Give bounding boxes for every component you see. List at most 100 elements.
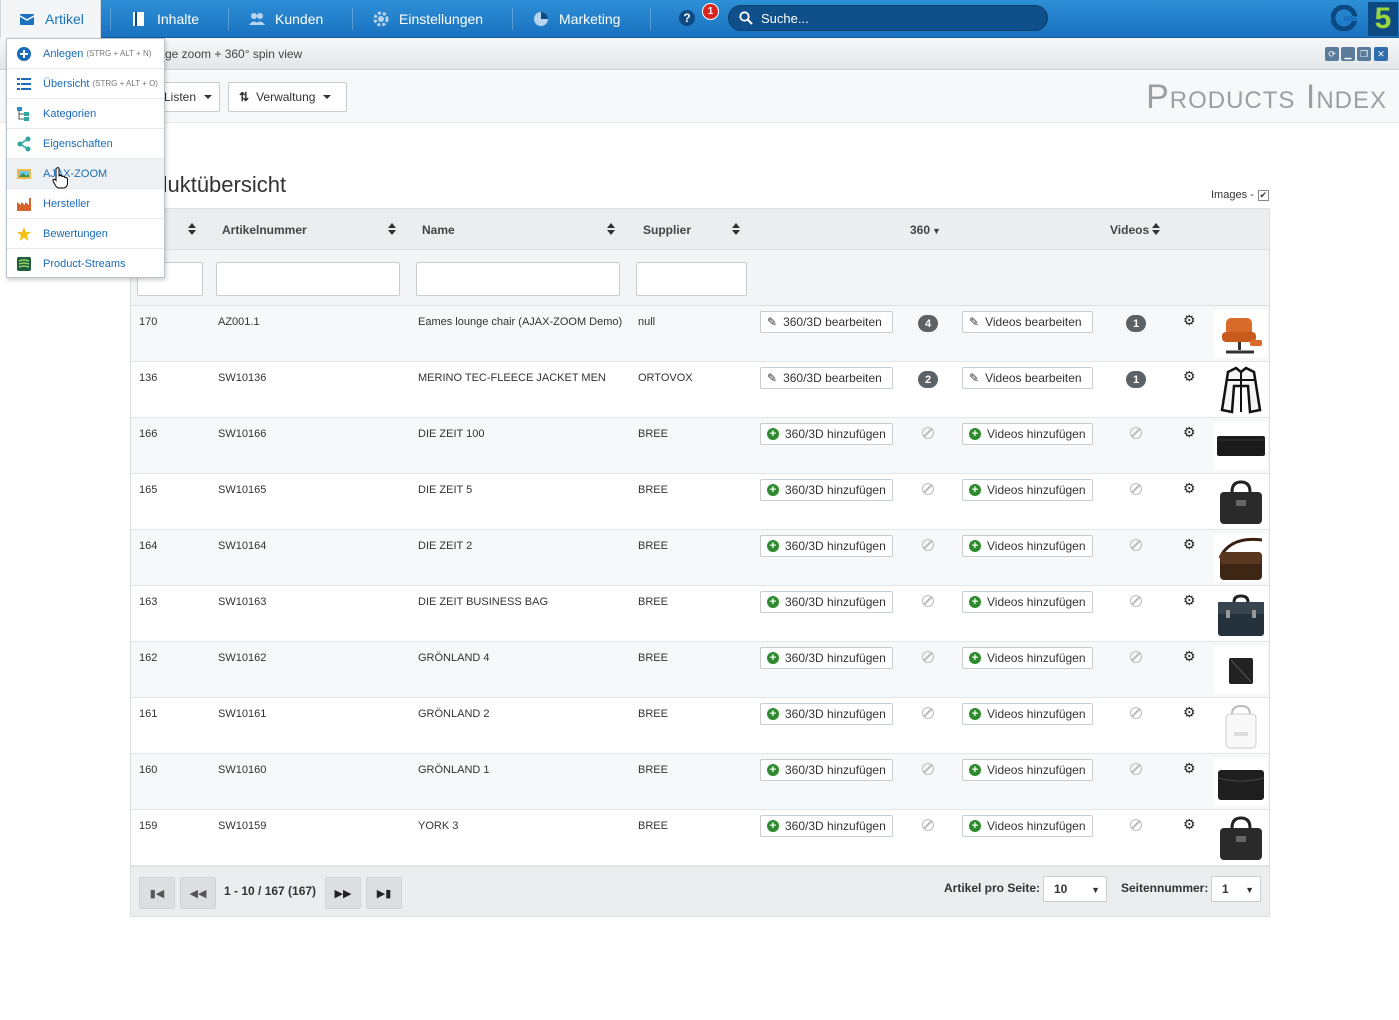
edit-360-button[interactable]: ✎ 360/3D bearbeiten <box>760 367 893 389</box>
header-name[interactable]: Name <box>422 223 455 237</box>
help-icon[interactable]: ? <box>679 10 695 26</box>
cell-name: MERINO TEC-FLEECE JACKET MEN <box>418 372 606 384</box>
button-label: Videos hinzufügen <box>987 539 1086 553</box>
cell-number: SW10160 <box>218 764 267 776</box>
header-artikelnummer[interactable]: Artikelnummer <box>222 223 307 237</box>
count-360-badge: 2 <box>918 371 938 388</box>
gear-icon[interactable]: ⚙ <box>1183 816 1196 833</box>
checkbox-checked-icon[interactable]: ✔ <box>1257 189 1269 201</box>
menu-item-eigenschaften[interactable]: Eigenschaften <box>7 129 164 159</box>
prev-page-button[interactable]: ◀◀ <box>180 877 216 909</box>
shopware-5-logo-icon: 5 <box>1368 2 1398 36</box>
table-row[interactable]: 136 SW10136 MERINO TEC-FLEECE JACKET MEN OR… <box>131 362 1269 418</box>
menu-item-ajax-zoom[interactable]: AJAX-ZOOM <box>7 159 164 189</box>
last-page-button[interactable]: ▶▮ <box>366 877 402 909</box>
first-page-button[interactable]: ▮◀ <box>139 877 175 909</box>
filter-name-input[interactable] <box>416 262 620 296</box>
gear-icon[interactable]: ⚙ <box>1183 312 1196 329</box>
edit-videos-button[interactable]: ✎ Videos bearbeiten <box>962 311 1093 333</box>
add-360-button[interactable]: +360/3D hinzufügen <box>760 703 893 725</box>
sort-icon[interactable] <box>606 222 616 236</box>
add-videos-button[interactable]: + Videos hinzufügen <box>962 591 1093 613</box>
table-row[interactable]: 161 SW10161 GRÖNLAND 2 BREE +360/3D hinzufüg… <box>131 698 1269 754</box>
add-videos-button[interactable]: + Videos hinzufügen <box>962 479 1093 501</box>
add-videos-button[interactable]: + Videos hinzufügen <box>962 423 1093 445</box>
button-label: Videos hinzufügen <box>987 819 1086 833</box>
close-icon[interactable]: ✕ <box>1374 47 1388 61</box>
table-row[interactable]: 165 SW10165 DIE ZEIT 5 BREE +360/3D hinzufüg… <box>131 474 1269 530</box>
menu-item-anlegen[interactable]: Anlegen (STRG + ALT + N) <box>7 39 164 69</box>
header-360[interactable]: 360 ▼ <box>910 223 941 237</box>
add-videos-button[interactable]: + Videos hinzufügen <box>962 703 1093 725</box>
add-videos-button[interactable]: + Videos hinzufügen <box>962 535 1093 557</box>
add-360-button[interactable]: +360/3D hinzufügen <box>760 815 893 837</box>
add-360-button[interactable]: +360/3D hinzufügen <box>760 591 893 613</box>
table-row[interactable]: 170 AZ001.1 Eames lounge chair (AJAX-ZOOM … <box>131 306 1269 362</box>
admin-label: Verwaltung <box>256 90 316 104</box>
sort-icon[interactable] <box>187 222 197 236</box>
edit-360-button[interactable]: ✎ 360/3D bearbeiten <box>760 311 893 333</box>
gear-icon[interactable]: ⚙ <box>1183 424 1196 441</box>
menu-item-hersteller[interactable]: Hersteller <box>7 189 164 219</box>
admin-dropdown-button[interactable]: ⇅ Verwaltung <box>228 82 347 112</box>
filter-artikelnummer-input[interactable] <box>216 262 400 296</box>
per-page-select[interactable]: 10 ▼ <box>1043 876 1107 902</box>
table-row[interactable]: 166 SW10166 DIE ZEIT 100 BREE +360/3D hinzuf… <box>131 418 1269 474</box>
menu-item-uebersicht[interactable]: Übersicht (STRG + ALT + O) <box>7 69 164 99</box>
table-row[interactable]: 159 SW10159 YORK 3 BREE +360/3D hinzufügen + V… <box>131 810 1269 866</box>
menu-item-kategorien[interactable]: Kategorien <box>7 99 164 129</box>
per-page-label: Artikel pro Seite: <box>944 881 1041 895</box>
table-row[interactable]: 163 SW10163 DIE ZEIT BUSINESS BAG BREE +360/… <box>131 586 1269 642</box>
product-grid: Artikelnummer Name Supplier 360 ▼ Videos … <box>130 208 1270 917</box>
menu-item-bewertungen[interactable]: Bewertungen <box>7 219 164 249</box>
nav-kunden[interactable]: Kunden <box>249 0 323 38</box>
images-toggle[interactable]: Images - ✔ <box>1211 189 1269 201</box>
gear-icon[interactable]: ⚙ <box>1183 592 1196 609</box>
button-label: 360/3D hinzufügen <box>785 539 886 553</box>
add-360-button[interactable]: +360/3D hinzufügen <box>760 647 893 669</box>
add-360-button[interactable]: +360/3D hinzufügen <box>760 759 893 781</box>
gear-icon[interactable]: ⚙ <box>1183 536 1196 553</box>
nav-einstellungen[interactable]: Einstellungen <box>373 0 483 38</box>
table-row[interactable]: 160 SW10160 GRÖNLAND 1 BREE +360/3D hinzufüg… <box>131 754 1269 810</box>
add-360-button[interactable]: +360/3D hinzufügen <box>760 535 893 557</box>
gear-icon[interactable]: ⚙ <box>1183 480 1196 497</box>
sort-arrows-icon: ⇅ <box>239 90 250 104</box>
add-videos-button[interactable]: + Videos hinzufügen <box>962 759 1093 781</box>
add-360-button[interactable]: +360/3D hinzufügen <box>760 423 893 445</box>
gear-icon[interactable]: ⚙ <box>1183 368 1196 385</box>
add-360-button[interactable]: +360/3D hinzufügen <box>760 479 893 501</box>
sort-icon[interactable] <box>387 222 397 236</box>
edit-videos-button[interactable]: ✎ Videos bearbeiten <box>962 367 1093 389</box>
sort-icon[interactable] <box>1151 222 1161 236</box>
minimize-icon[interactable]: ▁ <box>1341 47 1355 61</box>
restore-icon[interactable]: ❐ <box>1357 47 1371 61</box>
next-page-button[interactable]: ▶▶ <box>325 877 361 909</box>
plus-circle-icon: + <box>969 820 981 832</box>
refresh-icon[interactable]: ⟳ <box>1325 47 1339 61</box>
nav-artikel[interactable]: Artikel <box>0 0 101 38</box>
gear-icon[interactable]: ⚙ <box>1183 648 1196 665</box>
nav-inhalte[interactable]: Inhalte <box>131 0 199 38</box>
notification-badge[interactable]: 1 <box>702 3 719 20</box>
menu-item-product-streams[interactable]: Product-Streams <box>7 249 164 279</box>
sort-icon[interactable] <box>731 222 741 236</box>
product-thumbnail <box>1214 534 1268 582</box>
table-row[interactable]: 162 SW10162 GRÖNLAND 4 BREE +360/3D hinzufüg… <box>131 642 1269 698</box>
table-row[interactable]: 164 SW10164 DIE ZEIT 2 BREE +360/3D hinzufüg… <box>131 530 1269 586</box>
filter-supplier-input[interactable] <box>636 262 747 296</box>
search-input[interactable]: Suche... <box>728 5 1048 31</box>
nav-marketing[interactable]: Marketing <box>533 0 620 38</box>
add-videos-button[interactable]: + Videos hinzufügen <box>962 647 1093 669</box>
search-icon <box>739 11 753 25</box>
plus-circle-icon: + <box>767 652 779 664</box>
gear-icon[interactable]: ⚙ <box>1183 760 1196 777</box>
nav-label: Kunden <box>275 11 324 27</box>
none-icon <box>1130 539 1142 551</box>
chevron-down-icon: ▼ <box>932 226 941 236</box>
page-number-select[interactable]: 1 ▼ <box>1211 876 1261 902</box>
gear-icon[interactable]: ⚙ <box>1183 704 1196 721</box>
header-supplier[interactable]: Supplier <box>643 223 691 237</box>
add-videos-button[interactable]: + Videos hinzufügen <box>962 815 1093 837</box>
header-videos[interactable]: Videos <box>1110 223 1149 237</box>
